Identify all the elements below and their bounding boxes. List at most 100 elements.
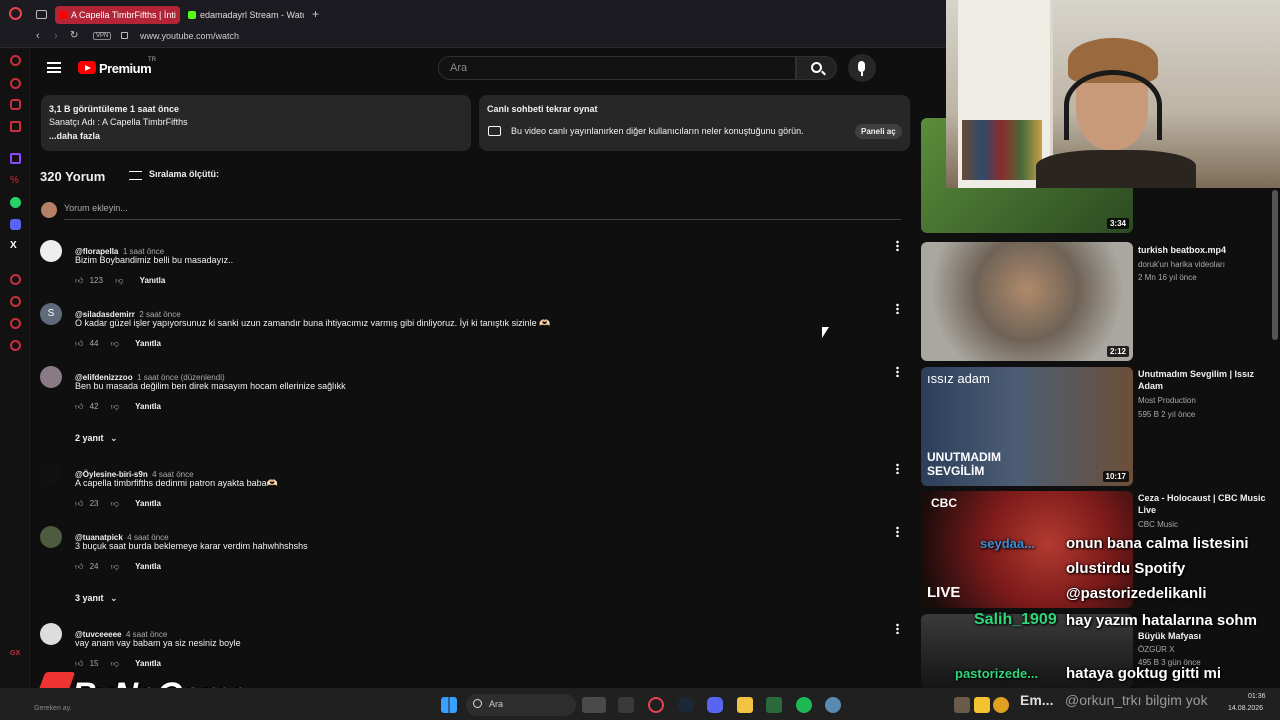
discord-icon[interactable] <box>10 219 21 230</box>
gx-icon[interactable]: GX <box>10 650 21 661</box>
replies-toggle[interactable]: 2 yanıt ⌄ <box>75 433 118 444</box>
spotify-icon[interactable] <box>10 274 21 285</box>
voice-search-button[interactable] <box>848 54 876 82</box>
sort-button[interactable]: Sıralama ölçütü: <box>149 169 219 179</box>
vpn-badge[interactable]: VPN <box>93 32 112 40</box>
more-link[interactable]: ...daha fazla <box>49 131 100 141</box>
more-actions-icon[interactable] <box>896 623 899 634</box>
whatsapp-icon[interactable] <box>10 197 21 208</box>
avatar[interactable] <box>40 463 62 485</box>
discount-icon[interactable]: % <box>10 175 21 186</box>
like-icon[interactable]: 👍︎ <box>75 339 83 348</box>
avatar[interactable]: S <box>40 303 62 325</box>
reload-icon[interactable]: ↻ <box>70 30 78 41</box>
more-actions-icon[interactable] <box>896 303 899 314</box>
chat-message: olustirdu Spotify <box>1066 560 1186 577</box>
like-icon[interactable]: 👍︎ <box>75 499 83 508</box>
scrollbar[interactable] <box>1272 190 1278 340</box>
forward-icon[interactable]: › <box>54 30 58 42</box>
clock-time[interactable]: 01:36 <box>1248 693 1266 700</box>
related-thumbnail[interactable]: 2:12 <box>921 242 1133 361</box>
video-title[interactable]: Büyük Mafyası <box>1138 630 1273 642</box>
tab-inactive[interactable]: edamadayrl Stream - Watc <box>184 6 304 24</box>
reply-button[interactable]: Yanıtla <box>140 276 166 285</box>
reply-button[interactable]: Yanıtla <box>135 339 161 348</box>
like-icon[interactable]: 👍︎ <box>75 276 83 285</box>
new-tab-button[interactable]: + <box>312 7 319 21</box>
tab-workspace-icon[interactable] <box>36 10 47 19</box>
player-icon[interactable] <box>10 99 21 110</box>
more-actions-icon[interactable] <box>896 366 899 377</box>
video-title[interactable]: turkish beatbox.mp4 <box>1138 244 1273 256</box>
widgets-icon[interactable] <box>582 697 606 713</box>
reply-button[interactable]: Yanıtla <box>135 499 161 508</box>
url-text[interactable]: www.youtube.com/watch <box>140 31 239 41</box>
comments-count: 320 Yorum <box>40 169 106 184</box>
twitch-icon[interactable] <box>10 153 21 164</box>
logo-label[interactable]: Premium <box>99 61 152 76</box>
tab-active[interactable]: A Capella TimbrFifths | İnti <box>55 6 180 24</box>
more-actions-icon[interactable] <box>896 463 899 474</box>
avatar[interactable] <box>40 526 62 548</box>
like-icon[interactable]: 👍︎ <box>75 402 83 411</box>
video-title[interactable]: Ceza - Holocaust | CBC Music Live <box>1138 492 1273 516</box>
search-button[interactable] <box>796 56 837 80</box>
history-icon[interactable] <box>10 296 21 307</box>
opera-gx-icon[interactable] <box>648 697 664 713</box>
menu-icon[interactable] <box>47 62 61 73</box>
video-channel[interactable]: doruk'un harika videoları <box>1138 260 1225 269</box>
tray-notification-icon[interactable] <box>974 697 990 713</box>
music-icon[interactable] <box>10 121 21 132</box>
dislike-icon[interactable]: 👎︎ <box>111 659 119 668</box>
tray-app-icon[interactable] <box>954 697 970 713</box>
reply-button[interactable]: Yanıtla <box>135 562 161 571</box>
x-twitter-icon[interactable]: X <box>10 240 21 251</box>
tray-badge-icon[interactable] <box>993 697 1009 713</box>
opera-logo-icon[interactable] <box>9 7 22 20</box>
file-explorer-icon[interactable] <box>737 697 753 713</box>
discord-icon[interactable] <box>707 697 723 713</box>
replies-toggle[interactable]: 3 yanıt ⌄ <box>75 593 118 604</box>
like-icon[interactable]: 👍︎ <box>75 562 83 571</box>
network-app-icon[interactable] <box>825 697 841 713</box>
dislike-icon[interactable]: 👎︎ <box>111 402 119 411</box>
app-icon[interactable] <box>766 697 782 713</box>
dislike-icon[interactable]: 👎︎ <box>111 562 119 571</box>
more-actions-icon[interactable] <box>896 526 899 537</box>
related-thumbnail[interactable]: ıssız adam UNUTMADIM SEVGİLİM 10:17 <box>921 367 1133 486</box>
dislike-icon[interactable]: 👎︎ <box>115 276 123 285</box>
open-panel-button[interactable]: Paneli aç <box>855 124 902 139</box>
dislike-icon[interactable]: 👎︎ <box>111 499 119 508</box>
dislike-icon[interactable]: 👎︎ <box>111 339 119 348</box>
messenger-icon[interactable] <box>10 78 21 89</box>
video-channel[interactable]: Most Production <box>1138 396 1196 405</box>
avatar[interactable] <box>40 366 62 388</box>
video-channel[interactable]: CBC Music <box>1138 520 1178 529</box>
video-title[interactable]: Unutmadım Sevgilim | Issız Adam <box>1138 368 1273 392</box>
spotify-icon[interactable] <box>796 697 812 713</box>
settings-icon[interactable] <box>10 340 21 351</box>
reply-button[interactable]: Yanıtla <box>135 659 161 668</box>
back-icon[interactable]: ‹ <box>36 30 40 42</box>
add-comment-input[interactable]: Yorum ekleyin... <box>64 203 901 220</box>
task-view-icon[interactable] <box>618 697 634 713</box>
clock-date[interactable]: 14.08.2026 <box>1228 705 1263 712</box>
search-input[interactable]: Ara <box>438 56 796 80</box>
avatar[interactable] <box>40 240 62 262</box>
youtube-logo-icon[interactable] <box>78 61 96 74</box>
video-channel[interactable]: ÖZGÜR X <box>1138 645 1174 654</box>
like-icon[interactable]: 👍︎ <box>75 659 83 668</box>
avatar[interactable] <box>40 623 62 645</box>
description-box[interactable]: 3,1 B görüntüleme 1 saat önce Sanatçı Ad… <box>41 95 471 151</box>
sort-icon[interactable] <box>129 171 142 180</box>
taskbar-search[interactable]: Ara <box>466 694 576 716</box>
more-actions-icon[interactable] <box>896 240 899 251</box>
extensions-icon[interactable] <box>10 318 21 329</box>
chat-message: @pastorizedelikanli <box>1066 585 1207 602</box>
reply-button[interactable]: Yanıtla <box>135 402 161 411</box>
duration-badge: 2:12 <box>1106 346 1129 357</box>
steam-icon[interactable] <box>678 697 694 713</box>
views-time: 3,1 B görüntüleme 1 saat önce <box>49 104 180 114</box>
aria-icon[interactable] <box>10 55 21 66</box>
windows-start-icon[interactable] <box>441 697 457 713</box>
